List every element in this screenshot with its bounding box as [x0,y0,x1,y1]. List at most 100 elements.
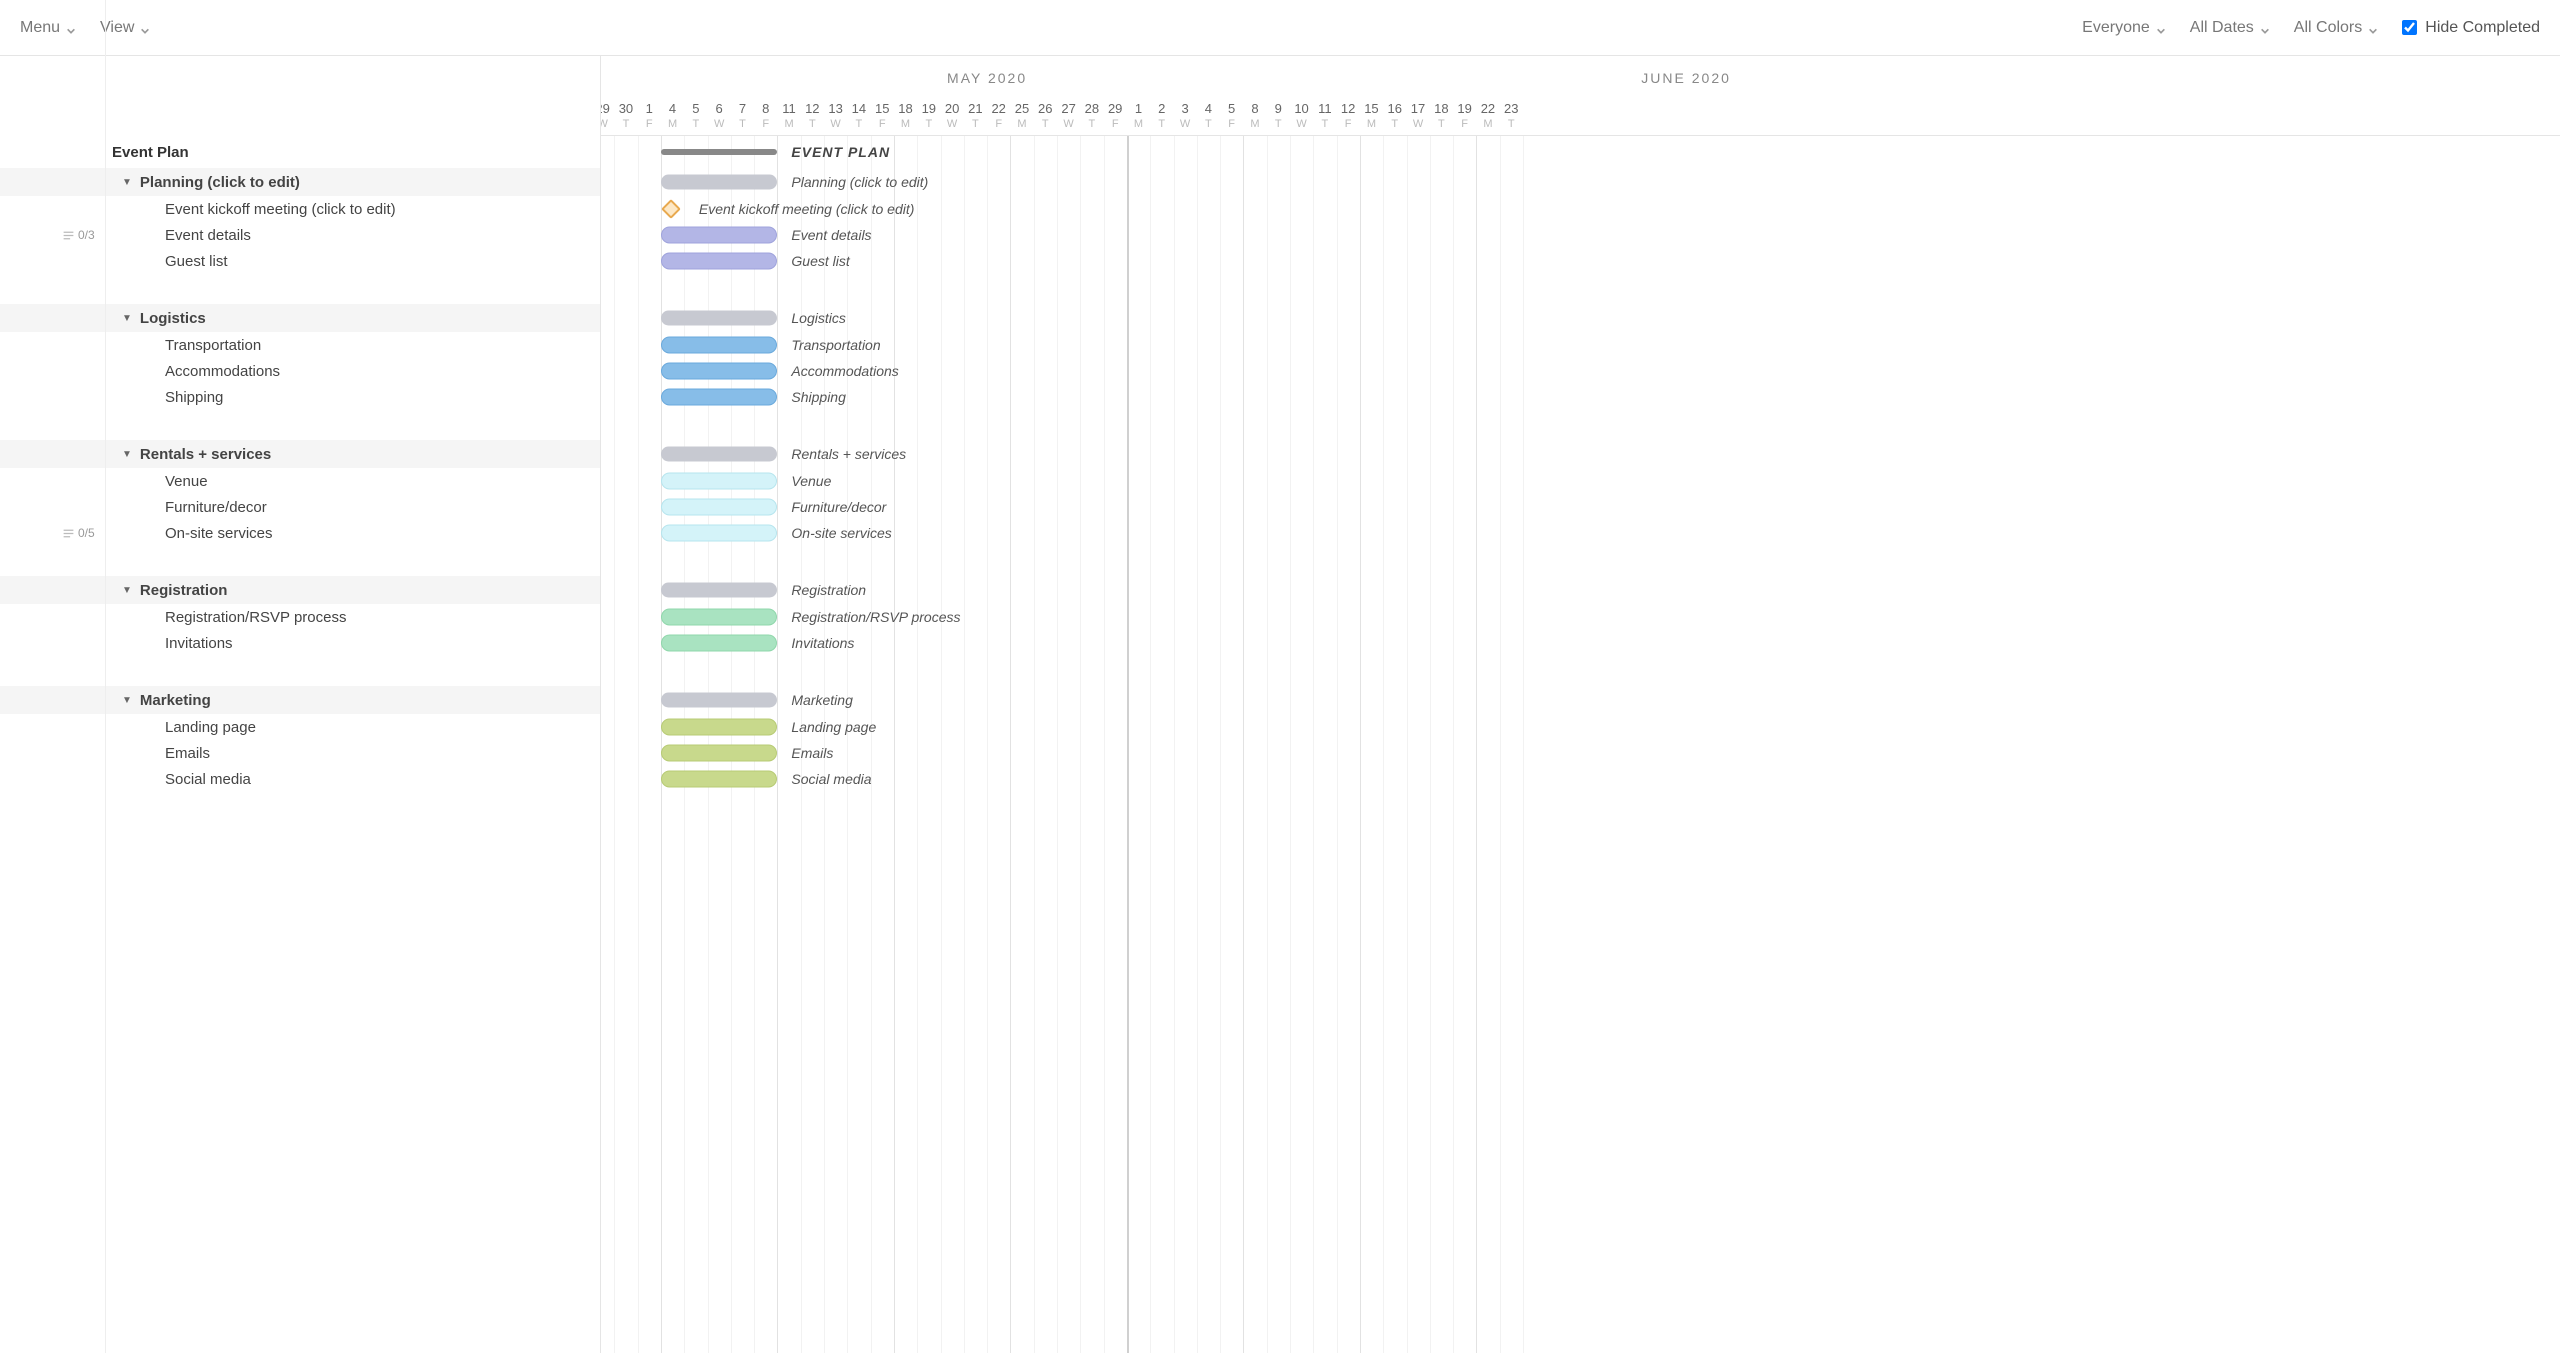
task-row[interactable]: Landing page [0,714,600,740]
day-column[interactable]: 4T [1197,94,1220,136]
day-column[interactable]: 9T [1267,94,1290,136]
group-bar[interactable] [661,583,778,598]
task-row[interactable]: Social media [0,766,600,792]
day-column[interactable]: 8F [754,94,777,136]
group-row[interactable]: ▼Marketing [0,686,600,714]
day-column[interactable]: 15M [1360,94,1383,136]
day-column[interactable]: 12T [801,94,824,136]
project-row[interactable]: Event Plan [0,136,600,168]
day-column[interactable]: 2T [1150,94,1173,136]
day-column[interactable]: 15F [871,94,894,136]
task-row[interactable]: Invitations [0,630,600,656]
task-bar[interactable] [661,473,778,490]
day-number: 5 [1220,101,1243,116]
day-column[interactable]: 19T [917,94,940,136]
colors-filter[interactable]: All Colors [2294,15,2378,41]
group-row[interactable]: ▼Logistics [0,304,600,332]
day-column[interactable]: 11T [1313,94,1336,136]
task-row[interactable]: Registration/RSVP process [0,604,600,630]
day-column[interactable]: 12F [1337,94,1360,136]
task-bar[interactable] [661,745,778,762]
group-bar[interactable] [661,175,778,190]
task-row[interactable]: Event kickoff meeting (click to edit) [0,196,600,222]
task-row[interactable]: 0/5On-site services [0,520,600,546]
task-row[interactable]: Guest list [0,248,600,274]
day-column[interactable]: 23T [1500,94,1523,136]
everyone-filter[interactable]: Everyone [2082,15,2166,41]
task-bar[interactable] [661,363,778,380]
group-bar[interactable] [661,693,778,708]
group-row[interactable]: ▼Registration [0,576,600,604]
task-bar[interactable] [661,337,778,354]
timeline-pane[interactable]: MAY 2020JUNE 2020 29W30T1F4M5T6W7T8F11M1… [600,56,2560,1353]
day-weekday: M [1243,118,1266,130]
day-column[interactable]: 26T [1034,94,1057,136]
task-bar[interactable] [661,389,778,406]
day-column[interactable]: 11M [777,94,800,136]
hide-completed-toggle[interactable]: Hide Completed [2402,19,2540,37]
menu-dropdown[interactable]: Menu [20,15,76,41]
task-bar[interactable] [661,253,778,270]
task-row[interactable]: Accommodations [0,358,600,384]
dates-filter[interactable]: All Dates [2190,15,2270,41]
collapse-icon[interactable]: ▼ [122,313,132,324]
day-column[interactable]: 5F [1220,94,1243,136]
day-column[interactable]: 10W [1290,94,1313,136]
day-column[interactable]: 7T [731,94,754,136]
day-column[interactable]: 18M [894,94,917,136]
milestone-icon[interactable] [661,199,681,219]
day-column[interactable]: 8M [1243,94,1266,136]
day-column[interactable]: 6W [707,94,730,136]
task-row[interactable]: Emails [0,740,600,766]
day-column[interactable]: 16T [1383,94,1406,136]
collapse-icon[interactable]: ▼ [122,177,132,188]
group-row[interactable]: ▼Planning (click to edit) [0,168,600,196]
day-column[interactable]: 17W [1406,94,1429,136]
day-column[interactable]: 22F [987,94,1010,136]
day-column[interactable]: 21T [964,94,987,136]
view-dropdown[interactable]: View [100,15,150,41]
day-column[interactable]: 13W [824,94,847,136]
day-number: 9 [1267,101,1290,116]
checklist-badge[interactable]: 0/5 [62,526,95,540]
task-row[interactable]: Venue [0,468,600,494]
task-bar[interactable] [661,227,778,244]
day-weekday: F [871,118,894,130]
project-summary-bar[interactable] [661,149,778,155]
day-column[interactable]: 19F [1453,94,1476,136]
day-column[interactable]: 29W [600,94,614,136]
group-bar[interactable] [661,447,778,462]
task-row[interactable]: Transportation [0,332,600,358]
day-column[interactable]: 25M [1010,94,1033,136]
day-column[interactable]: 22M [1476,94,1499,136]
task-bar[interactable] [661,609,778,626]
task-bar[interactable] [661,499,778,516]
group-row[interactable]: ▼Rentals + services [0,440,600,468]
day-column[interactable]: 3W [1173,94,1196,136]
task-bar[interactable] [661,719,778,736]
day-column[interactable]: 29F [1104,94,1127,136]
day-column[interactable]: 14T [847,94,870,136]
day-column[interactable]: 5T [684,94,707,136]
hide-completed-checkbox[interactable] [2402,20,2417,35]
task-bar[interactable] [661,635,778,652]
task-bar[interactable] [661,771,778,788]
day-column[interactable]: 18T [1430,94,1453,136]
collapse-icon[interactable]: ▼ [122,449,132,460]
group-bar[interactable] [661,311,778,326]
task-bar[interactable] [661,525,778,542]
checklist-badge[interactable]: 0/3 [62,228,95,242]
task-row[interactable]: Shipping [0,384,600,410]
day-column[interactable]: 1F [638,94,661,136]
day-column[interactable]: 28T [1080,94,1103,136]
day-column[interactable]: 27W [1057,94,1080,136]
task-row[interactable]: 0/3Event details [0,222,600,248]
day-column[interactable]: 30T [614,94,637,136]
collapse-icon[interactable]: ▼ [122,695,132,706]
day-column[interactable]: 1M [1127,94,1150,136]
task-row[interactable]: Furniture/decor [0,494,600,520]
day-number: 17 [1406,101,1429,116]
collapse-icon[interactable]: ▼ [122,585,132,596]
day-column[interactable]: 4M [661,94,684,136]
day-column[interactable]: 20W [940,94,963,136]
